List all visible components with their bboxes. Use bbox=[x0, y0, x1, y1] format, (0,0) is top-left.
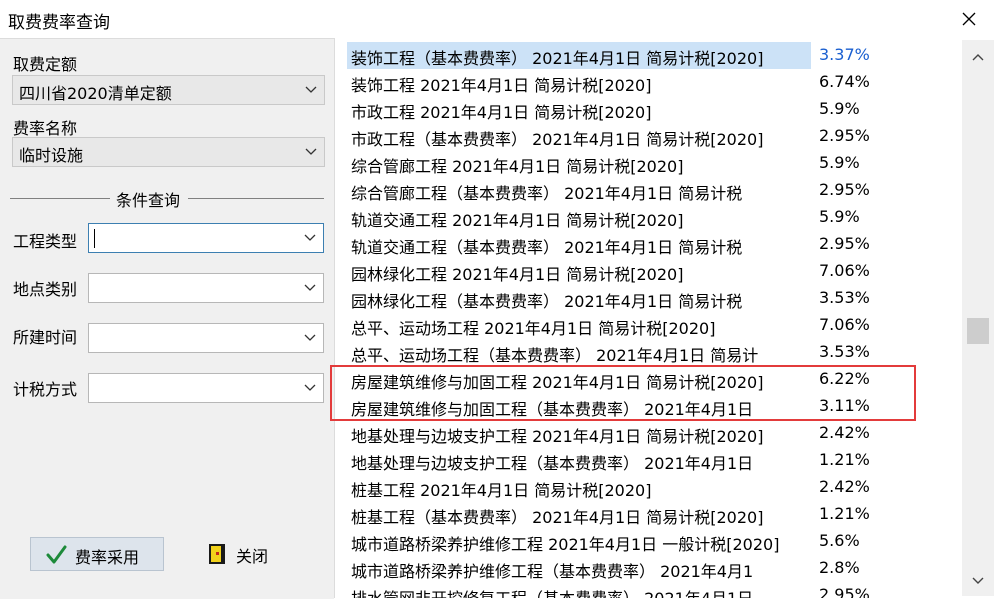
close-icon[interactable] bbox=[954, 4, 984, 34]
field-label: 地点类别 bbox=[13, 280, 78, 299]
checkmark-icon bbox=[46, 545, 67, 564]
list-item-rate: 1.21% bbox=[819, 450, 870, 469]
chevron-down-icon bbox=[304, 334, 316, 341]
list-item-name: 综合管廊工程 2021年4月1日 简易计税[2020] bbox=[351, 157, 684, 176]
list-item-name: 城市道路桥梁养护维修工程（基本费费率） 2021年4月1 bbox=[351, 562, 754, 581]
chevron-down-icon[interactable] bbox=[971, 576, 985, 586]
list-item[interactable]: 综合管廊工程（基本费费率） 2021年4月1日 简易计税 2.95% bbox=[347, 177, 963, 204]
condition-section-header: 条件查询 bbox=[10, 187, 324, 210]
annotation-highlight-box bbox=[330, 365, 916, 421]
list-item-name: 园林绿化工程 2021年4月1日 简易计税[2020] bbox=[351, 265, 684, 284]
list-item[interactable]: 轨道交通工程（基本费费率） 2021年4月1日 简易计税 2.95% bbox=[347, 231, 963, 258]
location-type-select[interactable] bbox=[88, 273, 324, 303]
list-item-name: 总平、运动场工程 2021年4月1日 简易计税[2020] bbox=[351, 319, 716, 338]
list-item-rate: 2.42% bbox=[819, 477, 870, 496]
list-item-name: 园林绿化工程（基本费费率） 2021年4月1日 简易计税 bbox=[351, 292, 743, 311]
list-item[interactable]: 市政工程（基本费费率） 2021年4月1日 简易计税[2020] 2.95% bbox=[347, 123, 963, 150]
rate-label: 费率名称 bbox=[13, 119, 78, 138]
list-item[interactable]: 排水管网非开挖修复工程（基本费费率） 2021年4月1日 2.95% bbox=[347, 582, 963, 598]
list-item-name: 地基处理与边坡支护工程（基本费费率） 2021年4月1日 bbox=[351, 454, 754, 473]
query-panel: 取费定额 四川省2020清单定额 费率名称 临时设施 条件查询 工程类型 地点类… bbox=[0, 38, 334, 599]
vertical-scrollbar[interactable] bbox=[962, 40, 994, 596]
list-item-rate: 1.21% bbox=[819, 504, 870, 523]
window-title: 取费费率查询 bbox=[8, 13, 110, 33]
list-item[interactable]: 桩基工程（基本费费率） 2021年4月1日 简易计税[2020] 1.21% bbox=[347, 501, 963, 528]
divider bbox=[188, 198, 324, 199]
close-label: 关闭 bbox=[236, 547, 269, 566]
project-type-select[interactable] bbox=[88, 223, 324, 253]
exit-door-icon bbox=[209, 544, 225, 564]
chevron-down-icon bbox=[304, 234, 316, 241]
divider bbox=[10, 198, 110, 199]
list-item[interactable]: 装饰工程 2021年4月1日 简易计税[2020] 6.74% bbox=[347, 69, 963, 96]
list-item[interactable]: 园林绿化工程 2021年4月1日 简易计税[2020] 7.06% bbox=[347, 258, 963, 285]
chevron-down-icon bbox=[305, 148, 317, 155]
rate-value: 临时设施 bbox=[19, 146, 84, 165]
title-bar: 取费费率查询 bbox=[0, 0, 994, 38]
list-item-rate: 5.6% bbox=[819, 531, 860, 550]
list-item-name: 综合管廊工程（基本费费率） 2021年4月1日 简易计税 bbox=[351, 184, 743, 203]
list-item[interactable]: 总平、运动场工程（基本费费率） 2021年4月1日 简易计 3.53% bbox=[347, 339, 963, 366]
close-button[interactable]: 关闭 bbox=[198, 537, 298, 571]
list-item-name: 排水管网非开挖修复工程（基本费费率） 2021年4月1日 bbox=[351, 585, 753, 598]
list-item[interactable]: 地基处理与边坡支护工程（基本费费率） 2021年4月1日 1.21% bbox=[347, 447, 963, 474]
list-item-name: 总平、运动场工程（基本费费率） 2021年4月1日 简易计 bbox=[351, 346, 759, 365]
list-item[interactable]: 城市道路桥梁养护维修工程 2021年4月1日 一般计税[2020] 5.6% bbox=[347, 528, 963, 555]
field-label: 计税方式 bbox=[13, 380, 78, 399]
list-item[interactable]: 轨道交通工程 2021年4月1日 简易计税[2020] 5.9% bbox=[347, 204, 963, 231]
list-item-rate: 5.9% bbox=[819, 207, 860, 226]
apply-rate-button[interactable]: 费率采用 bbox=[30, 537, 164, 571]
list-item[interactable]: 桩基工程 2021年4月1日 简易计税[2020] 2.42% bbox=[347, 474, 963, 501]
list-item-rate: 2.95% bbox=[819, 585, 870, 598]
list-item-name: 轨道交通工程 2021年4月1日 简易计税[2020] bbox=[351, 211, 684, 230]
apply-rate-label: 费率采用 bbox=[75, 548, 140, 567]
tax-method-select[interactable] bbox=[88, 373, 324, 403]
field-label: 所建时间 bbox=[13, 328, 78, 347]
list-item[interactable]: 市政工程 2021年4月1日 简易计税[2020] 5.9% bbox=[347, 96, 963, 123]
list-item-rate: 2.8% bbox=[819, 558, 860, 577]
list-item[interactable]: 园林绿化工程（基本费费率） 2021年4月1日 简易计税 3.53% bbox=[347, 285, 963, 312]
list-item-name: 桩基工程（基本费费率） 2021年4月1日 简易计税[2020] bbox=[351, 508, 764, 527]
rate-select[interactable]: 临时设施 bbox=[12, 137, 325, 167]
list-item-rate: 5.9% bbox=[819, 99, 860, 118]
list-item-rate: 2.95% bbox=[819, 234, 870, 253]
list-item-name: 装饰工程 2021年4月1日 简易计税[2020] bbox=[351, 76, 652, 95]
list-item-rate: 6.74% bbox=[819, 72, 870, 91]
list-item[interactable]: 总平、运动场工程 2021年4月1日 简易计税[2020] 7.06% bbox=[347, 312, 963, 339]
chevron-down-icon bbox=[304, 284, 316, 291]
list-item-rate: 3.37% bbox=[819, 45, 870, 64]
list-item[interactable]: 综合管廊工程 2021年4月1日 简易计税[2020] 5.9% bbox=[347, 150, 963, 177]
quota-select[interactable]: 四川省2020清单定额 bbox=[12, 75, 325, 105]
rate-list[interactable]: 装饰工程（基本费费率） 2021年4月1日 简易计税[2020] 3.37% 装饰工… bbox=[347, 42, 963, 598]
quota-label: 取费定额 bbox=[13, 55, 78, 74]
list-item-name: 市政工程（基本费费率） 2021年4月1日 简易计税[2020] bbox=[351, 130, 764, 149]
text-caret bbox=[94, 229, 95, 248]
list-item-rate: 7.06% bbox=[819, 261, 870, 280]
list-item-rate: 2.42% bbox=[819, 423, 870, 442]
list-item[interactable]: 地基处理与边坡支护工程 2021年4月1日 简易计税[2020] 2.42% bbox=[347, 420, 963, 447]
list-item-rate: 7.06% bbox=[819, 315, 870, 334]
list-item-name: 地基处理与边坡支护工程 2021年4月1日 简易计税[2020] bbox=[351, 427, 764, 446]
chevron-up-icon[interactable] bbox=[971, 52, 985, 62]
list-item-rate: 2.95% bbox=[819, 126, 870, 145]
list-item[interactable]: 城市道路桥梁养护维修工程（基本费费率） 2021年4月1 2.8% bbox=[347, 555, 963, 582]
chevron-down-icon bbox=[305, 86, 317, 93]
list-item-name: 装饰工程（基本费费率） 2021年4月1日 简易计税[2020] bbox=[351, 49, 764, 68]
list-item-rate: 2.95% bbox=[819, 180, 870, 199]
list-item-name: 轨道交通工程（基本费费率） 2021年4月1日 简易计税 bbox=[351, 238, 743, 257]
build-time-select[interactable] bbox=[88, 323, 324, 353]
section-title: 条件查询 bbox=[116, 191, 181, 210]
list-item-rate: 3.53% bbox=[819, 342, 870, 361]
list-item-rate: 5.9% bbox=[819, 153, 860, 172]
field-label: 工程类型 bbox=[13, 232, 78, 251]
list-item-name: 市政工程 2021年4月1日 简易计税[2020] bbox=[351, 103, 652, 122]
chevron-down-icon bbox=[304, 384, 316, 391]
list-item-name: 城市道路桥梁养护维修工程 2021年4月1日 一般计税[2020] bbox=[351, 535, 780, 554]
scrollbar-thumb[interactable] bbox=[967, 318, 989, 344]
list-item-rate: 3.53% bbox=[819, 288, 870, 307]
list-item[interactable]: 装饰工程（基本费费率） 2021年4月1日 简易计税[2020] 3.37% bbox=[347, 42, 963, 69]
quota-value: 四川省2020清单定额 bbox=[19, 84, 172, 103]
rate-list-panel: 装饰工程（基本费费率） 2021年4月1日 简易计税[2020] 3.37% 装饰工… bbox=[334, 38, 994, 598]
list-item-name: 桩基工程 2021年4月1日 简易计税[2020] bbox=[351, 481, 652, 500]
